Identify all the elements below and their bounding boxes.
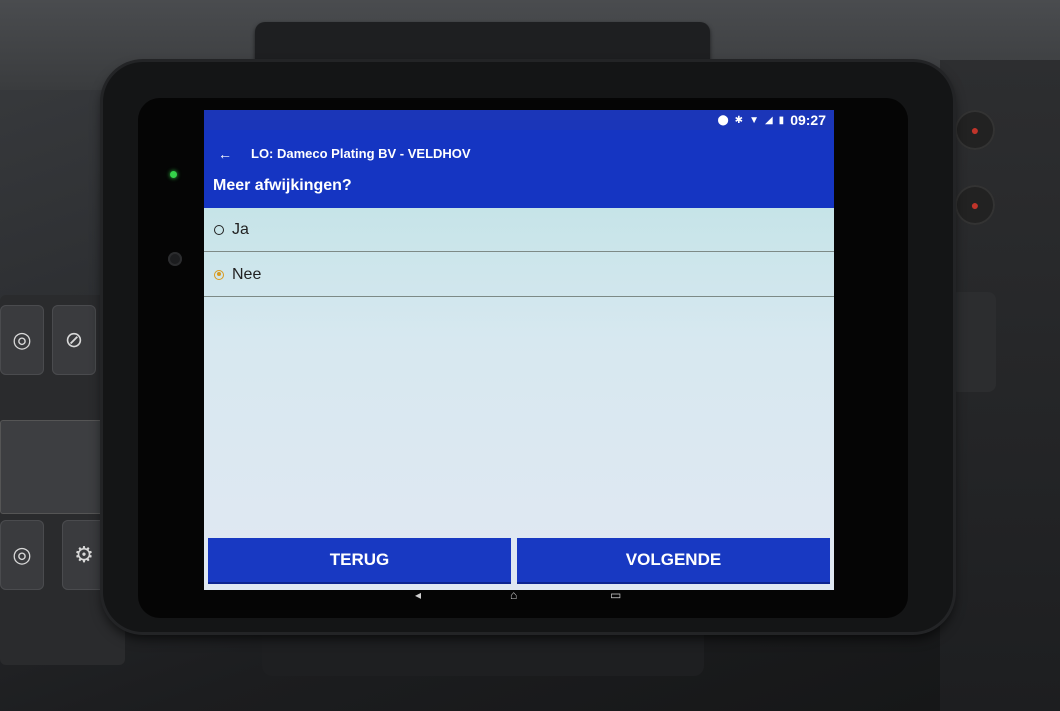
dashboard-button-icon: ◎ [0, 520, 44, 590]
option-label: Ja [232, 220, 249, 238]
tablet-screen: ⬤ ✱ ▼ ◢ ▮ 09:27 ← LO: Dameco Plating BV … [204, 110, 834, 590]
recents-icon[interactable]: ▭ [610, 588, 621, 602]
android-nav-bar: ◂ ⌂ ▭ [370, 588, 670, 604]
home-icon[interactable]: ⌂ [510, 588, 517, 602]
mount-side-clamp [950, 292, 996, 392]
dashboard-button-icon: ⊘ [52, 305, 96, 375]
option-ja[interactable]: Ja [204, 208, 834, 252]
battery-icon: ▮ [778, 114, 785, 126]
red-knob-icon: ● [955, 110, 995, 150]
location-icon: ⬤ [717, 114, 729, 126]
question-heading: Meer afwijkingen? [213, 177, 352, 194]
option-nee[interactable]: Nee [204, 253, 834, 297]
options-list: Ja Nee [204, 208, 834, 538]
arrow-left-icon[interactable]: ← [218, 146, 232, 162]
red-knob-icon: ● [955, 185, 995, 225]
status-bar: ⬤ ✱ ▼ ◢ ▮ 09:27 [204, 110, 834, 130]
app-bar: ← LO: Dameco Plating BV - VELDHOV Meer a… [204, 130, 834, 208]
option-label: Nee [232, 265, 262, 283]
camera-icon [168, 252, 182, 266]
radio-selected-icon[interactable] [214, 269, 224, 280]
next-button[interactable]: VOLGENDE [517, 538, 830, 584]
radio-unselected-icon[interactable] [214, 224, 224, 235]
signal-icon: ◢ [764, 114, 773, 126]
bluetooth-icon: ✱ [734, 114, 744, 126]
back-icon[interactable]: ◂ [415, 588, 421, 602]
bottom-button-bar: TERUG VOLGENDE [204, 538, 834, 590]
app-title: LO: Dameco Plating BV - VELDHOV [251, 146, 471, 161]
led-icon [170, 171, 177, 178]
back-button[interactable]: TERUG [208, 538, 511, 584]
wifi-icon: ▼ [749, 114, 759, 126]
status-time: 09:27 [790, 112, 826, 128]
dashboard-button-icon: ◎ [0, 305, 44, 375]
dashboard-button-icon: ⚙ [62, 520, 106, 590]
